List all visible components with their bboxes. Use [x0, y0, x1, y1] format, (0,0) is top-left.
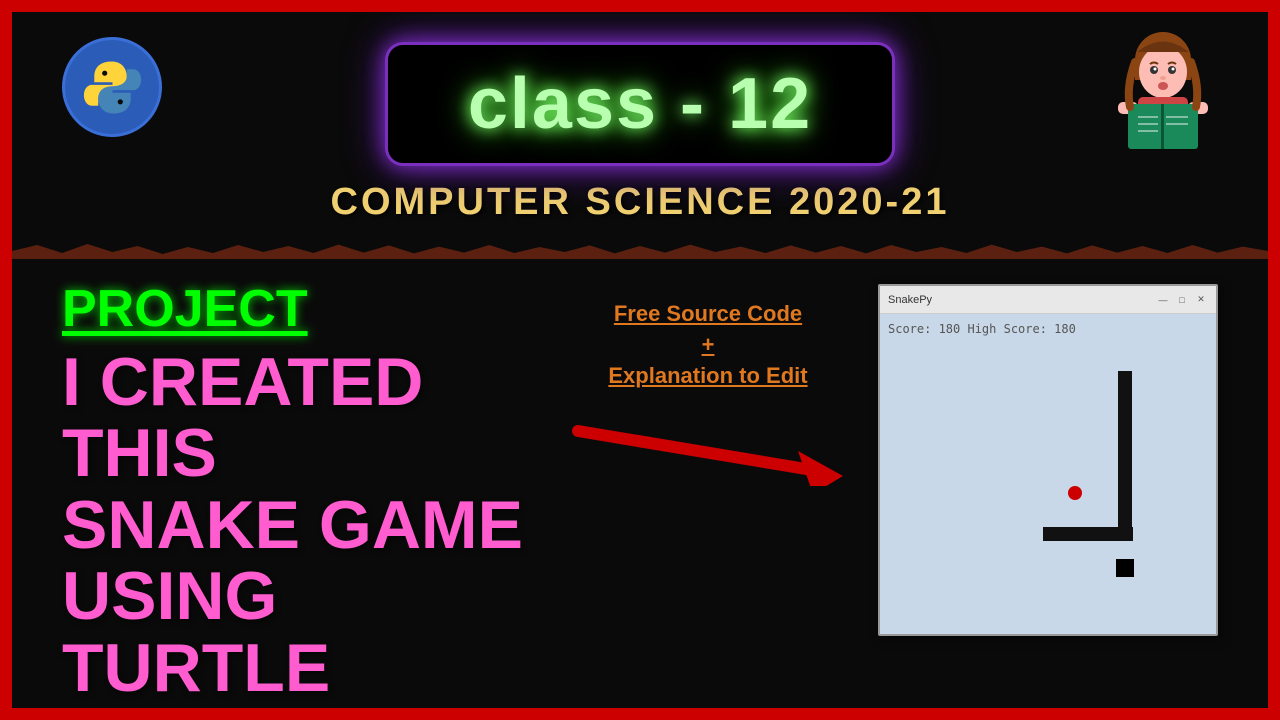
python-logo	[62, 37, 162, 137]
snake-canvas	[888, 341, 1208, 626]
snake-segment-top	[1118, 371, 1132, 531]
food-dot	[1068, 486, 1082, 500]
python-logo-svg	[80, 55, 145, 120]
free-source-line1: Free Source Code + Explanation to Edit	[608, 299, 807, 391]
left-content: PROJECT I CREATED THIS SNAKE GAME USING …	[62, 279, 538, 704]
bottom-section: PROJECT I CREATED THIS SNAKE GAME USING …	[12, 279, 1268, 704]
cs-title: COMPUTER SCIENCE 2020-21	[12, 181, 1268, 224]
main-title: I CREATED THIS SNAKE GAME USING TURTLE	[62, 347, 538, 704]
free-source-box: Free Source Code + Explanation to Edit	[608, 299, 807, 391]
main-content: class - 12	[12, 12, 1268, 708]
divider	[12, 224, 1268, 274]
rough-line	[12, 239, 1268, 259]
window-titlebar: SnakePy — □ ✕	[880, 286, 1216, 314]
window-controls: — □ ✕	[1156, 293, 1208, 307]
red-arrow-svg	[558, 406, 858, 486]
minimize-button[interactable]: —	[1156, 293, 1170, 307]
top-section: class - 12	[12, 12, 1268, 176]
right-content: SnakePy — □ ✕ Score: 180 High Score: 180	[878, 279, 1218, 704]
score-bar: Score: 180 High Score: 180	[888, 322, 1208, 336]
cs-title-text: COMPUTER SCIENCE 2020-21	[331, 181, 950, 223]
main-title-line3: USING TURTLE	[62, 561, 538, 704]
snake-segment-bottom	[1043, 527, 1133, 541]
close-button[interactable]: ✕	[1194, 293, 1208, 307]
class-text: class - 12	[468, 64, 812, 144]
main-title-line2: SNAKE GAME	[62, 490, 538, 561]
project-label: PROJECT	[62, 279, 538, 339]
maximize-button[interactable]: □	[1175, 293, 1189, 307]
arrow-container	[558, 406, 858, 486]
project-text: PROJECT	[62, 280, 308, 338]
game-area: Score: 180 High Score: 180	[880, 314, 1216, 634]
snake-head	[1116, 559, 1134, 577]
class-badge: class - 12	[385, 42, 895, 166]
main-title-line1: I CREATED THIS	[62, 347, 538, 490]
reading-girl-svg	[1108, 32, 1218, 162]
reading-girl	[1108, 32, 1218, 152]
game-window: SnakePy — □ ✕ Score: 180 High Score: 180	[878, 284, 1218, 636]
window-title-text: SnakePy	[888, 294, 932, 306]
middle-content: Free Source Code + Explanation to Edit	[558, 279, 858, 704]
outer-border: class - 12	[0, 0, 1280, 720]
